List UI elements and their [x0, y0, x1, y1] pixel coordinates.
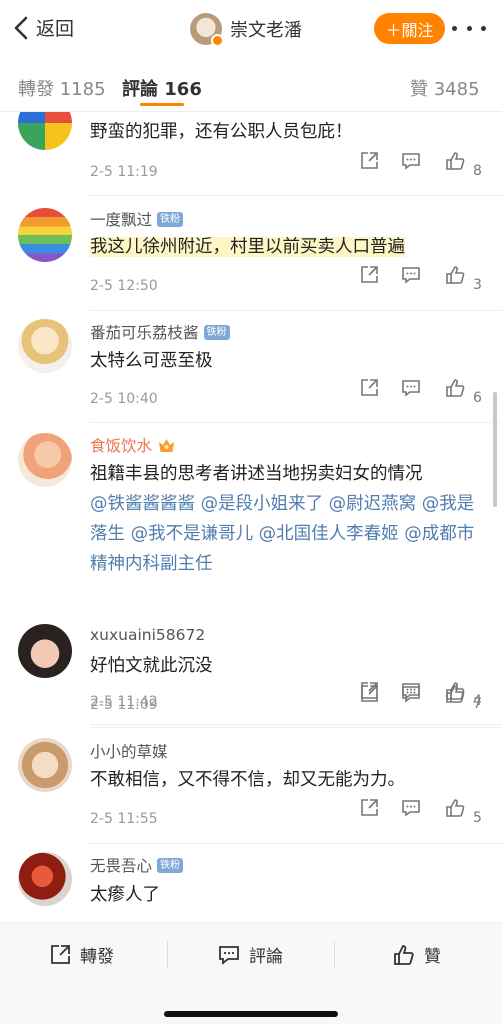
share-icon[interactable] [358, 150, 380, 172]
thumbs-up-icon[interactable] [444, 797, 466, 819]
fan-badge: 铁粉 [203, 324, 230, 340]
comment-time: 2-5 11:09 [90, 697, 158, 713]
comment-text: 野蛮的犯罪，还有公职人员包庇！ [90, 122, 353, 142]
header-user[interactable]: 崇文老潘 [190, 13, 302, 47]
comment-button[interactable]: 評論 [217, 942, 283, 967]
avatar[interactable] [18, 208, 72, 262]
comment-text: 好怕文就此沉没 [90, 656, 213, 676]
thumbs-up-icon[interactable] [444, 150, 466, 172]
back-button[interactable]: 返回 [12, 14, 74, 41]
avatar[interactable] [18, 433, 72, 487]
comment-author-name[interactable]: 无畏吾心 [90, 854, 152, 876]
avatar[interactable] [18, 624, 72, 678]
like-button[interactable]: 贊 [392, 942, 441, 967]
repost-button[interactable]: 轉發 [48, 942, 114, 967]
comment-text: 我这儿徐州附近，村里以前买卖人口普遍 [90, 237, 405, 257]
share-icon [51, 944, 70, 964]
divider [90, 195, 502, 196]
fan-badge: 铁粉 [157, 857, 184, 873]
comment-icon[interactable] [400, 797, 422, 819]
comment-icon[interactable] [400, 264, 422, 286]
avatar[interactable] [18, 112, 72, 150]
header-user-name: 崇文老潘 [230, 20, 302, 41]
thumbs-up-icon [394, 944, 414, 965]
divider [90, 724, 502, 725]
divider [90, 422, 502, 423]
comment-text: 不敢相信，又不得不信，却又无能为力。 [90, 770, 405, 790]
share-icon[interactable] [358, 264, 380, 286]
thumbs-up-icon[interactable] [444, 683, 466, 705]
active-tab-indicator [140, 103, 184, 106]
comment-time: 2-5 11:19 [90, 164, 158, 180]
comment-author-name[interactable]: 食饭饮水 [90, 434, 152, 456]
comment-icon [219, 945, 239, 965]
mention-link[interactable]: @铁酱酱酱酱 [90, 494, 195, 514]
thumbs-up-icon[interactable] [444, 377, 466, 399]
like-count: 6 [473, 390, 482, 406]
like-label: 贊 [424, 947, 441, 967]
comment-text: 太特么可恶至极 [90, 351, 213, 371]
tab-bar: 轉發 1185 評論 166 贊 3485 [0, 58, 502, 112]
scrollbar[interactable] [493, 392, 497, 507]
comment-time: 2-5 11:55 [90, 811, 158, 827]
comment-time: 2-5 10:40 [90, 391, 158, 407]
back-label: 返回 [36, 18, 75, 40]
crown-icon [157, 437, 176, 454]
avatar[interactable] [190, 13, 224, 47]
comment-time: 2-5 12:50 [90, 278, 158, 294]
comment-icon[interactable] [400, 377, 422, 399]
comment-icon[interactable] [400, 683, 422, 705]
share-icon[interactable] [358, 377, 380, 399]
mention-link[interactable]: @是段小姐来了 [201, 494, 324, 514]
home-indicator[interactable] [164, 1011, 338, 1017]
chevron-left-icon [14, 16, 28, 39]
comment-author-name[interactable]: xuxuaini58672 [90, 626, 205, 644]
divider [90, 310, 502, 311]
tab-reposts[interactable]: 轉發 1185 [18, 75, 106, 101]
mention-link[interactable]: @我不是谦哥儿 [131, 524, 254, 544]
mention-link[interactable]: @北国佳人李春姬 [259, 524, 399, 544]
comment-author-name[interactable]: 一度飘过 [90, 208, 152, 230]
like-count: 3 [473, 277, 482, 293]
repost-label: 轉發 [80, 947, 114, 967]
mention-link[interactable]: @尉迟燕窝 [329, 494, 417, 514]
like-count: 8 [473, 163, 482, 179]
follow-button[interactable]: ＋關注 [374, 13, 445, 44]
comment-author-name[interactable]: 小小的草媒 [90, 740, 168, 762]
comment-label: 評論 [249, 947, 283, 967]
avatar[interactable] [18, 852, 72, 906]
divider [334, 941, 335, 969]
avatar[interactable] [18, 319, 72, 373]
divider [90, 843, 502, 844]
like-count: 7 [473, 696, 482, 712]
divider [90, 727, 502, 728]
comment-icon[interactable] [400, 150, 422, 172]
share-icon[interactable] [358, 683, 380, 705]
tab-comments[interactable]: 評論 166 [122, 75, 202, 101]
comment-list[interactable]: 野蛮的犯罪，还有公职人员包庇！ 2-5 11:19 8 一度飘过 铁粉 我这儿徐… [0, 112, 502, 922]
share-icon[interactable] [358, 797, 380, 819]
comment-text: 祖籍丰县的思考者讲述当地拐卖妇女的情况 @铁酱酱酱酱 @是段小姐来了 @尉迟燕窝… [90, 464, 475, 574]
verified-badge-icon [211, 34, 224, 47]
avatar[interactable] [18, 738, 72, 792]
tab-likes[interactable]: 贊 3485 [410, 75, 480, 101]
comment-text: 太瘆人了 [90, 885, 160, 905]
top-nav-bar: 返回 崇文老潘 ＋關注 [0, 0, 502, 58]
comment-author-name[interactable]: 番茄可乐荔枝酱 [90, 321, 199, 343]
divider [167, 941, 168, 969]
like-count: 5 [473, 810, 482, 826]
more-dots-icon[interactable] [452, 18, 486, 38]
fan-badge: 铁粉 [157, 211, 184, 227]
bottom-action-bar: 轉發 評論 贊 [0, 922, 502, 1024]
thumbs-up-icon[interactable] [444, 264, 466, 286]
